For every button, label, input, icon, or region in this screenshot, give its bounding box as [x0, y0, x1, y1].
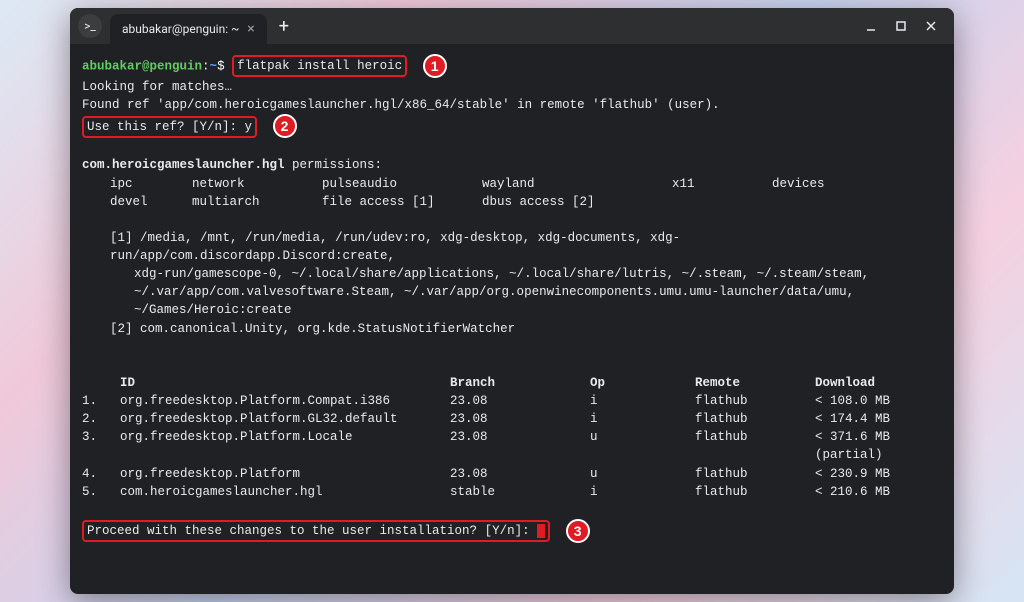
- minimize-button[interactable]: [864, 19, 878, 33]
- header-download: Download: [815, 374, 942, 392]
- table-row: 3. org.freedesktop.Platform.Locale 23.08…: [82, 428, 942, 464]
- command-text: flatpak install heroic: [237, 59, 402, 73]
- table-header: ID Branch Op Remote Download: [82, 374, 942, 392]
- header-id: ID: [120, 374, 450, 392]
- prompt-path: ~: [210, 59, 218, 73]
- useref-line: Use this ref? [Y/n]: y 2: [82, 114, 942, 138]
- highlight-command: flatpak install heroic: [232, 55, 407, 77]
- permissions-suffix: permissions:: [285, 158, 383, 172]
- permissions-row-2: devel multiarch file access [1] dbus acc…: [82, 193, 942, 211]
- close-window-button[interactable]: [924, 19, 938, 33]
- header-op: Op: [590, 374, 695, 392]
- cursor-icon: [537, 524, 545, 538]
- callout-1: 1: [423, 54, 447, 78]
- highlight-proceed: Proceed with these changes to the user i…: [82, 520, 550, 542]
- prompt-user: abubakar@penguin: [82, 59, 202, 73]
- table-row: 2. org.freedesktop.Platform.GL32.default…: [82, 410, 942, 428]
- titlebar: >_ abubakar@penguin: ~ × +: [70, 8, 954, 44]
- header-remote: Remote: [695, 374, 815, 392]
- permissions-header: com.heroicgameslauncher.hgl permissions:: [82, 156, 942, 174]
- output-looking: Looking for matches…: [82, 78, 942, 96]
- close-tab-icon[interactable]: ×: [247, 21, 254, 37]
- terminal-window: >_ abubakar@penguin: ~ × + abubakar@peng…: [70, 8, 954, 594]
- callout-2: 2: [273, 114, 297, 138]
- header-branch: Branch: [450, 374, 590, 392]
- output-found: Found ref 'app/com.heroicgameslauncher.h…: [82, 96, 942, 114]
- new-tab-button[interactable]: +: [279, 16, 289, 37]
- footnote-1c: ~/.var/app/com.valvesoftware.Steam, ~/.v…: [82, 283, 942, 319]
- prompt-symbol: $: [217, 59, 225, 73]
- window-controls: [864, 19, 946, 33]
- prompt-line: abubakar@penguin:~$ flatpak install hero…: [82, 54, 942, 78]
- proceed-line: Proceed with these changes to the user i…: [82, 519, 942, 543]
- terminal-app-icon[interactable]: >_: [78, 14, 102, 38]
- maximize-button[interactable]: [894, 19, 908, 33]
- useref-text: Use this ref? [Y/n]: y: [87, 120, 252, 134]
- table-row: 4. org.freedesktop.Platform 23.08 u flat…: [82, 465, 942, 483]
- terminal-output[interactable]: abubakar@penguin:~$ flatpak install hero…: [70, 44, 954, 594]
- tab-terminal[interactable]: abubakar@penguin: ~ ×: [110, 14, 267, 44]
- table-row: 5. com.heroicgameslauncher.hgl stable i …: [82, 483, 942, 501]
- footnote-1b: xdg-run/gamescope-0, ~/.local/share/appl…: [82, 265, 942, 283]
- footnote-2: [2] com.canonical.Unity, org.kde.StatusN…: [82, 320, 942, 338]
- proceed-text: Proceed with these changes to the user i…: [87, 524, 537, 538]
- prompt-glyph-icon: >_: [84, 19, 96, 33]
- permissions-row-1: ipc network pulseaudio wayland x11 devic…: [82, 175, 942, 193]
- highlight-useref: Use this ref? [Y/n]: y: [82, 116, 257, 138]
- footnote-1: [1] /media, /mnt, /run/media, /run/udev:…: [82, 229, 942, 265]
- callout-3: 3: [566, 519, 590, 543]
- permissions-pkg: com.heroicgameslauncher.hgl: [82, 158, 285, 172]
- table-row: 1. org.freedesktop.Platform.Compat.i386 …: [82, 392, 942, 410]
- tab-title: abubakar@penguin: ~: [122, 22, 239, 36]
